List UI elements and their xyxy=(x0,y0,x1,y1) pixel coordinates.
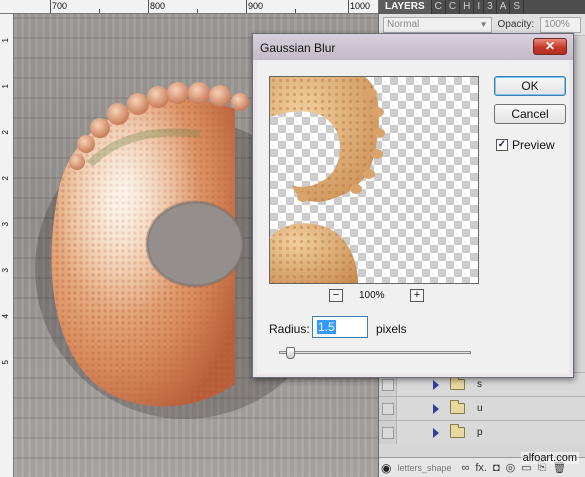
folder-icon xyxy=(450,376,465,390)
visibility-toggle[interactable] xyxy=(379,421,397,444)
ruler-horizontal: 700 800 900 1000 xyxy=(0,0,378,14)
ruler-label: 1 xyxy=(1,84,10,89)
tab-channels[interactable]: C xyxy=(432,0,446,14)
bottom-layer-name[interactable]: letters_shape xyxy=(397,463,455,473)
layer-mask-icon[interactable]: ◘ xyxy=(493,462,500,474)
dialog-body: − 100% + OK Cancel ✓ Preview Radius: 1.5… xyxy=(257,60,569,374)
layer-row[interactable]: p xyxy=(379,420,585,444)
visibility-off-icon xyxy=(381,426,394,439)
panel-tab-bar: LAYERS C C H I 3 A S xyxy=(379,0,585,14)
preview-label: Preview xyxy=(512,138,555,152)
tab-info[interactable]: I xyxy=(474,0,485,14)
ruler-label: 1 xyxy=(1,38,10,43)
radius-value: 1.5 xyxy=(317,320,336,334)
tab-3d[interactable]: 3 xyxy=(484,0,497,14)
gaussian-blur-dialog: Gaussian Blur ✕ − 100% + OK Cancel ✓ Pre… xyxy=(252,33,574,378)
layer-list: s u p xyxy=(379,372,585,444)
layer-name: p xyxy=(477,427,483,438)
dialog-title: Gaussian Blur xyxy=(260,41,336,55)
tab-layers[interactable]: LAYERS xyxy=(379,0,432,14)
visibility-toggle[interactable] xyxy=(379,397,397,420)
opacity-label: Opacity: xyxy=(497,19,535,30)
ruler-label: 1000 xyxy=(350,1,371,11)
dialog-titlebar[interactable]: Gaussian Blur ✕ xyxy=(253,34,573,60)
radius-unit: pixels xyxy=(376,322,407,336)
expand-arrow-icon[interactable] xyxy=(433,427,439,438)
layer-row[interactable]: u xyxy=(379,396,585,420)
adjustment-layer-icon[interactable]: ◎ xyxy=(506,461,516,474)
tab-actions[interactable]: A xyxy=(497,0,511,14)
preview-checkbox-row[interactable]: ✓ Preview xyxy=(496,138,555,152)
ruler-label: 900 xyxy=(248,1,264,11)
layer-style-icon[interactable]: fx. xyxy=(475,462,487,474)
blend-mode-select[interactable]: Normal ▼ xyxy=(383,16,492,33)
preview-image xyxy=(270,77,385,283)
visibility-off-icon xyxy=(381,378,394,391)
zoom-controls: − 100% + xyxy=(269,289,479,305)
close-button[interactable]: ✕ xyxy=(533,38,567,55)
layer-name: u xyxy=(477,403,483,414)
ruler-vertical: 1 1 2 2 3 3 4 5 xyxy=(0,14,14,477)
zoom-level: 100% xyxy=(359,290,385,301)
filter-preview[interactable] xyxy=(269,76,479,284)
preview-checkbox[interactable]: ✓ xyxy=(496,139,508,151)
radius-label: Radius: xyxy=(269,322,310,336)
watermark: alfoart.com xyxy=(520,452,579,464)
ruler-label: 2 xyxy=(1,130,10,135)
tab-c2[interactable]: C xyxy=(446,0,461,14)
ruler-label: 2 xyxy=(1,176,10,181)
expand-arrow-icon[interactable] xyxy=(433,403,439,414)
blend-mode-value: Normal xyxy=(387,18,420,30)
ruler-label: 3 xyxy=(1,222,10,227)
folder-icon xyxy=(450,424,465,438)
radius-input[interactable]: 1.5 xyxy=(312,316,368,338)
chevron-down-icon: ▼ xyxy=(479,19,488,29)
ruler-label: 4 xyxy=(1,314,10,319)
radius-slider-track[interactable] xyxy=(279,351,471,354)
folder-icon xyxy=(450,400,465,414)
ok-button[interactable]: OK xyxy=(494,76,566,96)
ruler-label: 800 xyxy=(150,1,166,11)
eye-icon[interactable]: ◉ xyxy=(381,461,391,475)
zoom-out-button[interactable]: − xyxy=(329,289,343,302)
link-layers-icon[interactable]: ∞ xyxy=(461,462,469,474)
expand-arrow-icon[interactable] xyxy=(433,379,439,390)
layer-name: s xyxy=(477,379,482,390)
tab-history[interactable]: H xyxy=(460,0,475,14)
ruler-label: 5 xyxy=(1,360,10,365)
radius-slider-thumb[interactable] xyxy=(286,347,296,359)
ruler-label: 3 xyxy=(1,268,10,273)
visibility-off-icon xyxy=(381,402,394,415)
cancel-button[interactable]: Cancel xyxy=(494,104,566,124)
ruler-label: 700 xyxy=(52,1,68,11)
zoom-in-button[interactable]: + xyxy=(410,289,424,302)
opacity-input[interactable]: 100% xyxy=(540,16,581,33)
tab-styles[interactable]: S xyxy=(510,0,525,14)
